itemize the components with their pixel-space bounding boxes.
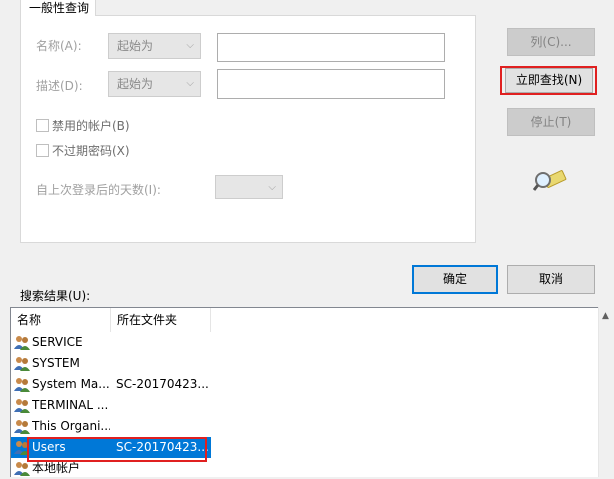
user-group-icon [14, 399, 30, 413]
name-mode-value: 起始为 [117, 39, 154, 53]
search-magnifier-icon [533, 170, 567, 191]
name-input[interactable] [217, 33, 445, 62]
name-label: 名称(A): [36, 39, 82, 53]
row-name: SERVICE [32, 335, 83, 349]
cancel-button[interactable]: 取消 [507, 265, 595, 294]
description-mode-value: 起始为 [117, 77, 154, 91]
user-group-icon [14, 357, 30, 371]
description-mode-select[interactable]: 起始为 ⌵ [108, 71, 201, 97]
results-scrollbar[interactable]: ▲ [598, 307, 614, 477]
scroll-up-icon[interactable]: ▲ [602, 311, 609, 321]
table-row[interactable]: SYSTEM [11, 353, 211, 374]
name-mode-select[interactable]: 起始为 ⌵ [108, 33, 201, 59]
users-row-highlight [27, 437, 207, 462]
stop-button[interactable]: 停止(T) [507, 108, 595, 136]
find-now-button[interactable]: 立即查找(N) [505, 68, 593, 93]
row-name: System Ma... [32, 377, 110, 391]
chevron-down-icon: ⌵ [186, 40, 194, 51]
disabled-accounts-label: 禁用的帐户(B) [52, 119, 130, 133]
user-group-icon [14, 378, 30, 392]
table-row[interactable]: TERMINAL ... [11, 395, 211, 416]
row-name: TERMINAL ... [32, 398, 109, 412]
row-folder: SC-20170423... [116, 377, 208, 391]
row-name: This Organi... [32, 419, 110, 433]
row-name: SYSTEM [32, 356, 80, 370]
description-label: 描述(D): [36, 79, 83, 93]
tab-general-query[interactable]: 一般性查询 [20, 0, 96, 16]
non-expiring-password-label: 不过期密码(X) [52, 144, 130, 158]
description-input[interactable] [217, 69, 445, 99]
non-expiring-password-checkbox[interactable] [36, 144, 49, 157]
table-row[interactable]: This Organi... [11, 416, 211, 437]
column-header-folder[interactable]: 所在文件夹 [111, 308, 211, 332]
table-row[interactable]: System Ma... SC-20170423... [11, 374, 211, 395]
user-group-icon [14, 336, 30, 350]
search-results-label: 搜索结果(U): [20, 289, 91, 303]
ok-button[interactable]: 确定 [412, 265, 498, 294]
column-header-name[interactable]: 名称 [11, 308, 111, 332]
user-group-icon [14, 420, 30, 434]
columns-button[interactable]: 列(C)... [507, 28, 595, 56]
table-row[interactable]: SERVICE [11, 332, 211, 353]
chevron-down-icon: ⌵ [186, 78, 194, 89]
disabled-accounts-checkbox[interactable] [36, 119, 49, 132]
days-since-login-select[interactable]: ⌵ [215, 175, 283, 199]
chevron-down-icon: ⌵ [268, 182, 276, 193]
user-group-icon [14, 462, 30, 476]
days-since-login-label: 自上次登录后的天数(I): [36, 183, 161, 197]
